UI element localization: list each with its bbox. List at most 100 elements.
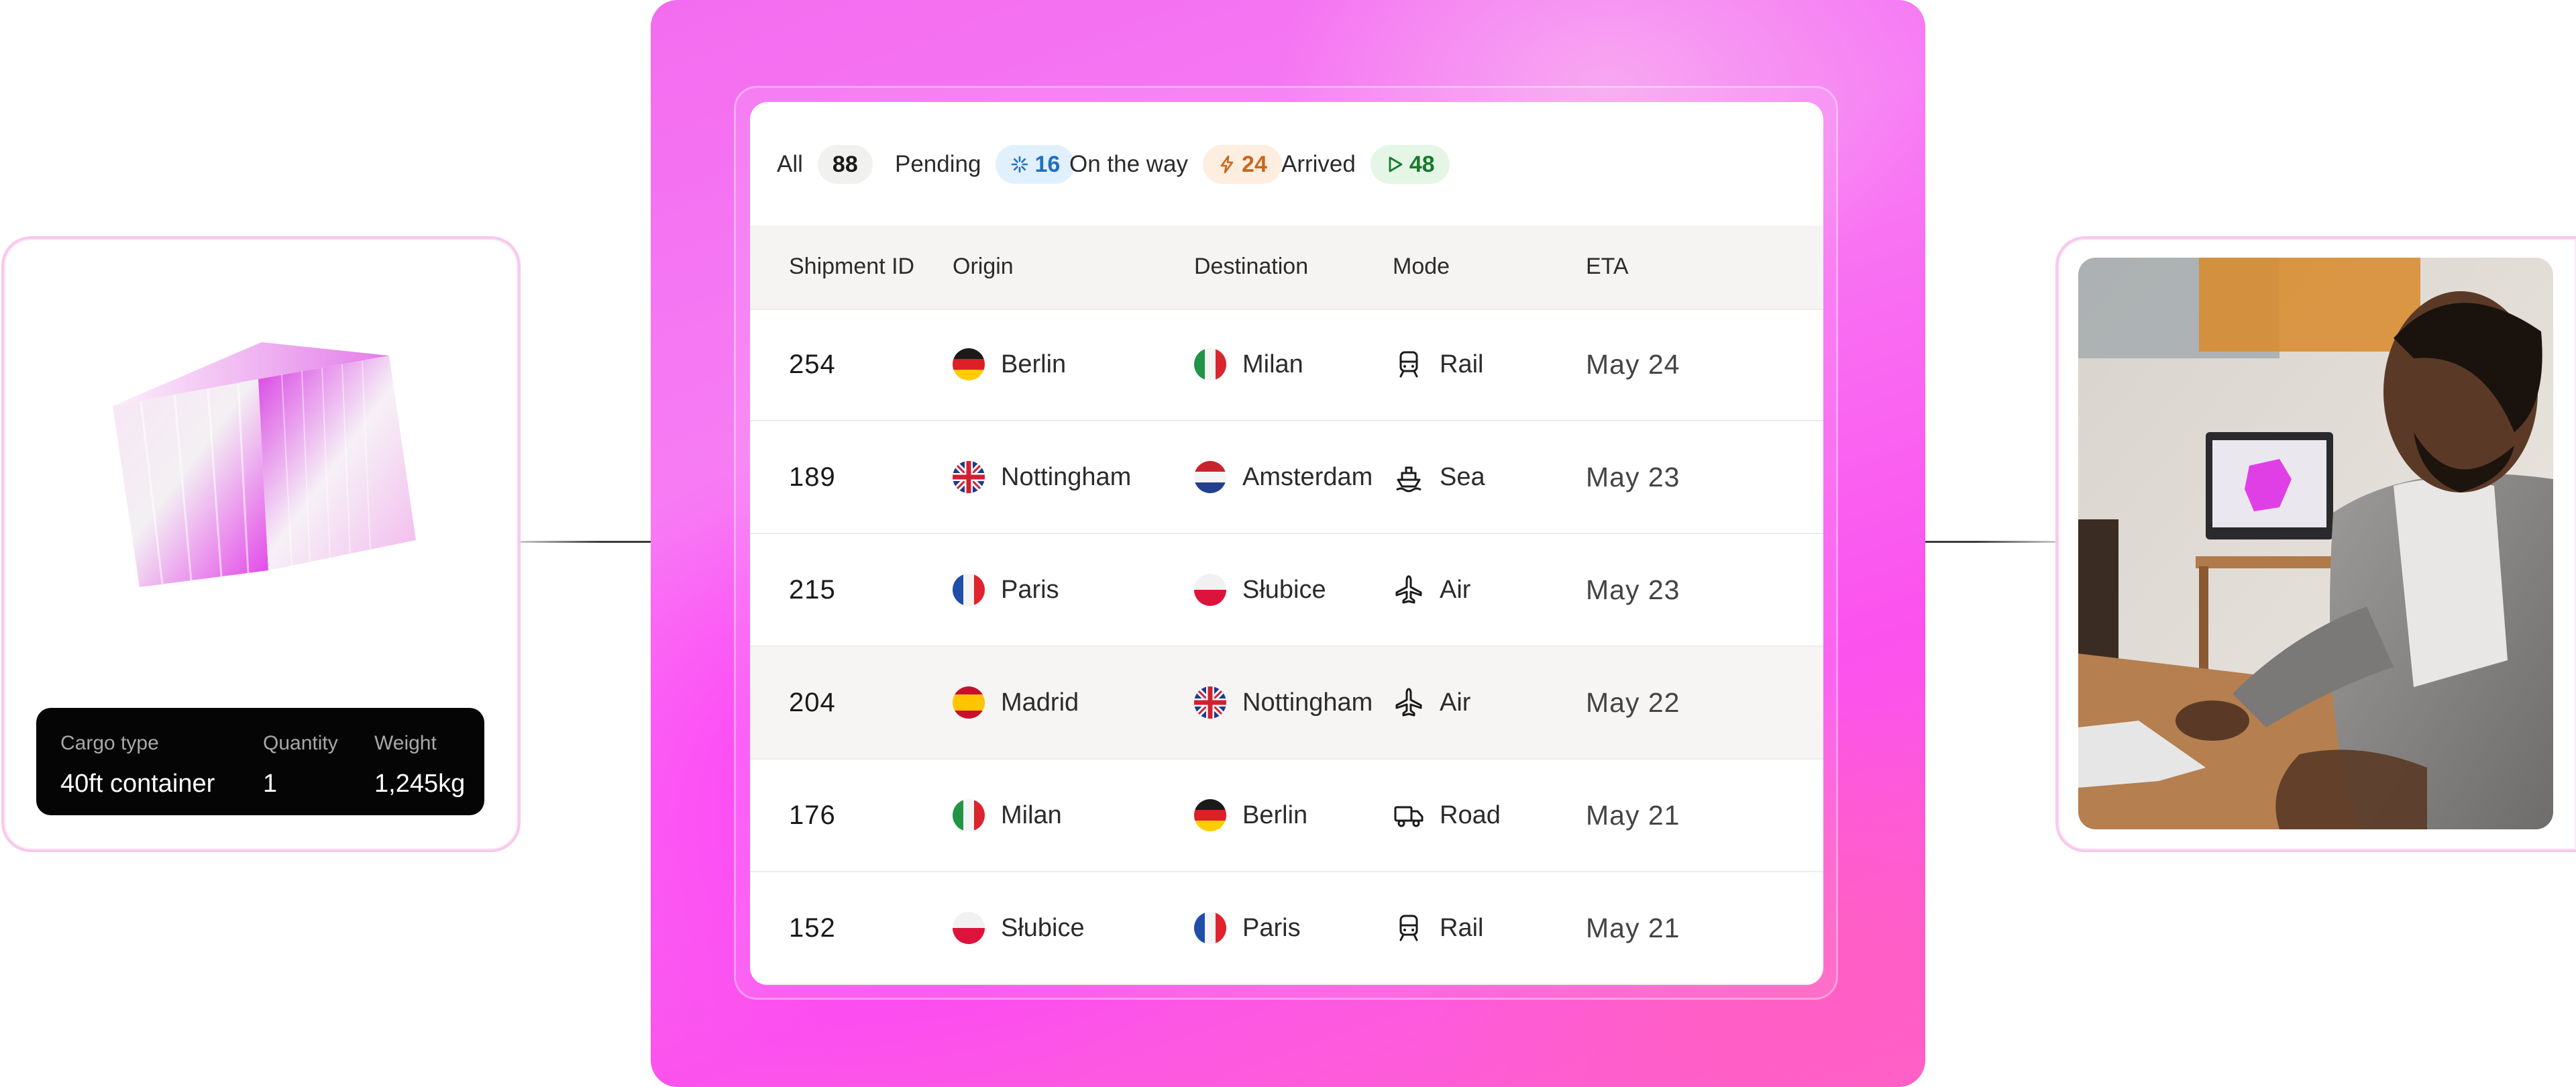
destination-cell: Nottingham xyxy=(1194,647,1373,758)
status-filter-tabs: All 88 Pending 16 On the way 24 Arrived 48 xyxy=(750,102,1823,225)
filter-tab-label: Arrived xyxy=(1281,151,1356,177)
shipment-id-cell: 189 xyxy=(789,421,836,533)
transport-mode: Rail xyxy=(1440,913,1484,942)
destination-cell: Berlin xyxy=(1194,760,1307,871)
eta-cell: May 21 xyxy=(1586,872,1680,984)
eta-cell: May 24 xyxy=(1586,309,1680,420)
shipment-id-cell: 204 xyxy=(789,647,836,758)
eta-date: May 22 xyxy=(1586,686,1680,718)
mode-cell: Road xyxy=(1393,760,1501,871)
count-badge: 16 xyxy=(996,145,1075,184)
cargo-type-label: Cargo type xyxy=(60,732,159,754)
table-row[interactable]: 254 Berlin Milan Rail May 24 xyxy=(750,309,1823,421)
flag-icon xyxy=(1194,461,1226,493)
transport-mode: Sea xyxy=(1440,462,1485,491)
flag-icon xyxy=(1194,574,1226,606)
eta-cell: May 23 xyxy=(1586,421,1680,533)
origin-city: Nottingham xyxy=(1001,462,1132,491)
count-value: 48 xyxy=(1409,151,1435,177)
origin-cell: Nottingham xyxy=(953,421,1131,533)
count-value: 16 xyxy=(1034,151,1061,177)
count-badge: 48 xyxy=(1370,145,1450,184)
shipment-id: 152 xyxy=(789,913,836,943)
origin-cell: Milan xyxy=(953,760,1062,871)
weight-value: 1,245kg xyxy=(374,770,466,798)
flag-icon xyxy=(953,799,985,831)
origin-city: Słubice xyxy=(1001,913,1085,942)
lightning-icon xyxy=(1220,155,1234,174)
count-value: 24 xyxy=(1242,151,1267,177)
column-header-shipment-id[interactable]: Shipment ID xyxy=(789,254,914,280)
origin-cell: Słubice xyxy=(953,872,1085,984)
flag-icon xyxy=(1194,799,1226,831)
shipment-id-cell: 176 xyxy=(789,760,836,871)
shipment-id-cell: 152 xyxy=(789,872,836,984)
shipment-id: 189 xyxy=(789,462,836,492)
count-badge: 24 xyxy=(1203,145,1282,184)
shipment-id: 204 xyxy=(789,687,836,717)
column-header-mode[interactable]: Mode xyxy=(1393,254,1450,280)
transport-mode: Air xyxy=(1440,688,1471,717)
origin-cell: Madrid xyxy=(953,647,1079,758)
play-icon xyxy=(1389,156,1403,172)
eta-date: May 21 xyxy=(1586,799,1680,831)
ship-icon xyxy=(1396,466,1421,493)
eta-cell: May 22 xyxy=(1586,647,1680,758)
eta-cell: May 21 xyxy=(1586,760,1680,871)
eta-date: May 24 xyxy=(1586,348,1680,380)
table-row[interactable]: 204 Madrid Nottingham Air May 22 xyxy=(750,647,1823,760)
plane-icon xyxy=(1395,688,1422,717)
shipments-table-card: All 88 Pending 16 On the way 24 Arrived 48 Ship… xyxy=(750,102,1823,985)
destination-city: Berlin xyxy=(1242,800,1308,829)
shipment-id: 176 xyxy=(789,800,836,830)
table-row[interactable]: 152 Słubice Paris Rail May 21 xyxy=(750,872,1823,985)
destination-city: Słubice xyxy=(1242,575,1326,604)
destination-cell: Paris xyxy=(1194,872,1301,984)
mode-cell: Rail xyxy=(1393,309,1483,420)
flag-icon xyxy=(953,686,985,719)
eta-cell: May 23 xyxy=(1586,534,1680,645)
eta-date: May 21 xyxy=(1586,912,1680,943)
eta-date: May 23 xyxy=(1586,574,1680,605)
origin-cell: Berlin xyxy=(953,309,1066,420)
table-row[interactable]: 215 Paris Słubice Air May 23 xyxy=(750,534,1823,647)
destination-cell: Amsterdam xyxy=(1194,421,1373,533)
plane-icon xyxy=(1395,575,1422,604)
filter-tab-pending[interactable]: Pending 16 xyxy=(895,144,1075,185)
eta-date: May 23 xyxy=(1586,461,1680,493)
column-header-eta[interactable]: ETA xyxy=(1586,254,1629,280)
count-badge: 88 xyxy=(817,145,873,184)
filter-tab-all[interactable]: All 88 xyxy=(777,144,873,185)
filter-tab-arrived[interactable]: Arrived 48 xyxy=(1281,144,1450,185)
weight-label: Weight xyxy=(374,732,437,754)
connector-line-left xyxy=(520,541,654,543)
destination-cell: Słubice xyxy=(1194,534,1326,645)
destination-cell: Milan xyxy=(1194,309,1303,420)
table-row[interactable]: 176 Milan Berlin Road May 21 xyxy=(750,760,1823,872)
origin-city: Milan xyxy=(1001,800,1062,829)
column-header-origin[interactable]: Origin xyxy=(953,254,1014,280)
flag-icon xyxy=(953,348,985,380)
flag-icon xyxy=(1194,348,1226,380)
shipment-id-cell: 215 xyxy=(789,534,836,645)
flag-icon xyxy=(1194,912,1226,944)
transport-mode: Road xyxy=(1440,800,1501,829)
shipment-id: 215 xyxy=(789,574,836,605)
cargo-info-panel: Cargo type Quantity Weight 40ft containe… xyxy=(36,708,484,815)
column-header-destination[interactable]: Destination xyxy=(1194,254,1308,280)
table-header: Shipment ID Origin Destination Mode ETA xyxy=(750,225,1823,310)
flag-icon xyxy=(953,461,985,493)
flag-icon xyxy=(953,574,985,606)
destination-city: Nottingham xyxy=(1242,688,1373,717)
filter-tab-on-the-way[interactable]: On the way 24 xyxy=(1069,144,1282,185)
filter-tab-label: Pending xyxy=(895,151,981,177)
table-row[interactable]: 189 Nottingham Amsterdam Sea May 23 xyxy=(750,421,1823,534)
truck-icon xyxy=(1394,806,1424,827)
quantity-value: 1 xyxy=(263,770,278,798)
train-icon xyxy=(1399,915,1418,941)
quantity-label: Quantity xyxy=(263,732,338,754)
flag-icon xyxy=(953,912,985,944)
origin-city: Madrid xyxy=(1001,688,1079,717)
mode-cell: Air xyxy=(1393,534,1470,645)
filter-tab-label: All xyxy=(777,151,803,177)
